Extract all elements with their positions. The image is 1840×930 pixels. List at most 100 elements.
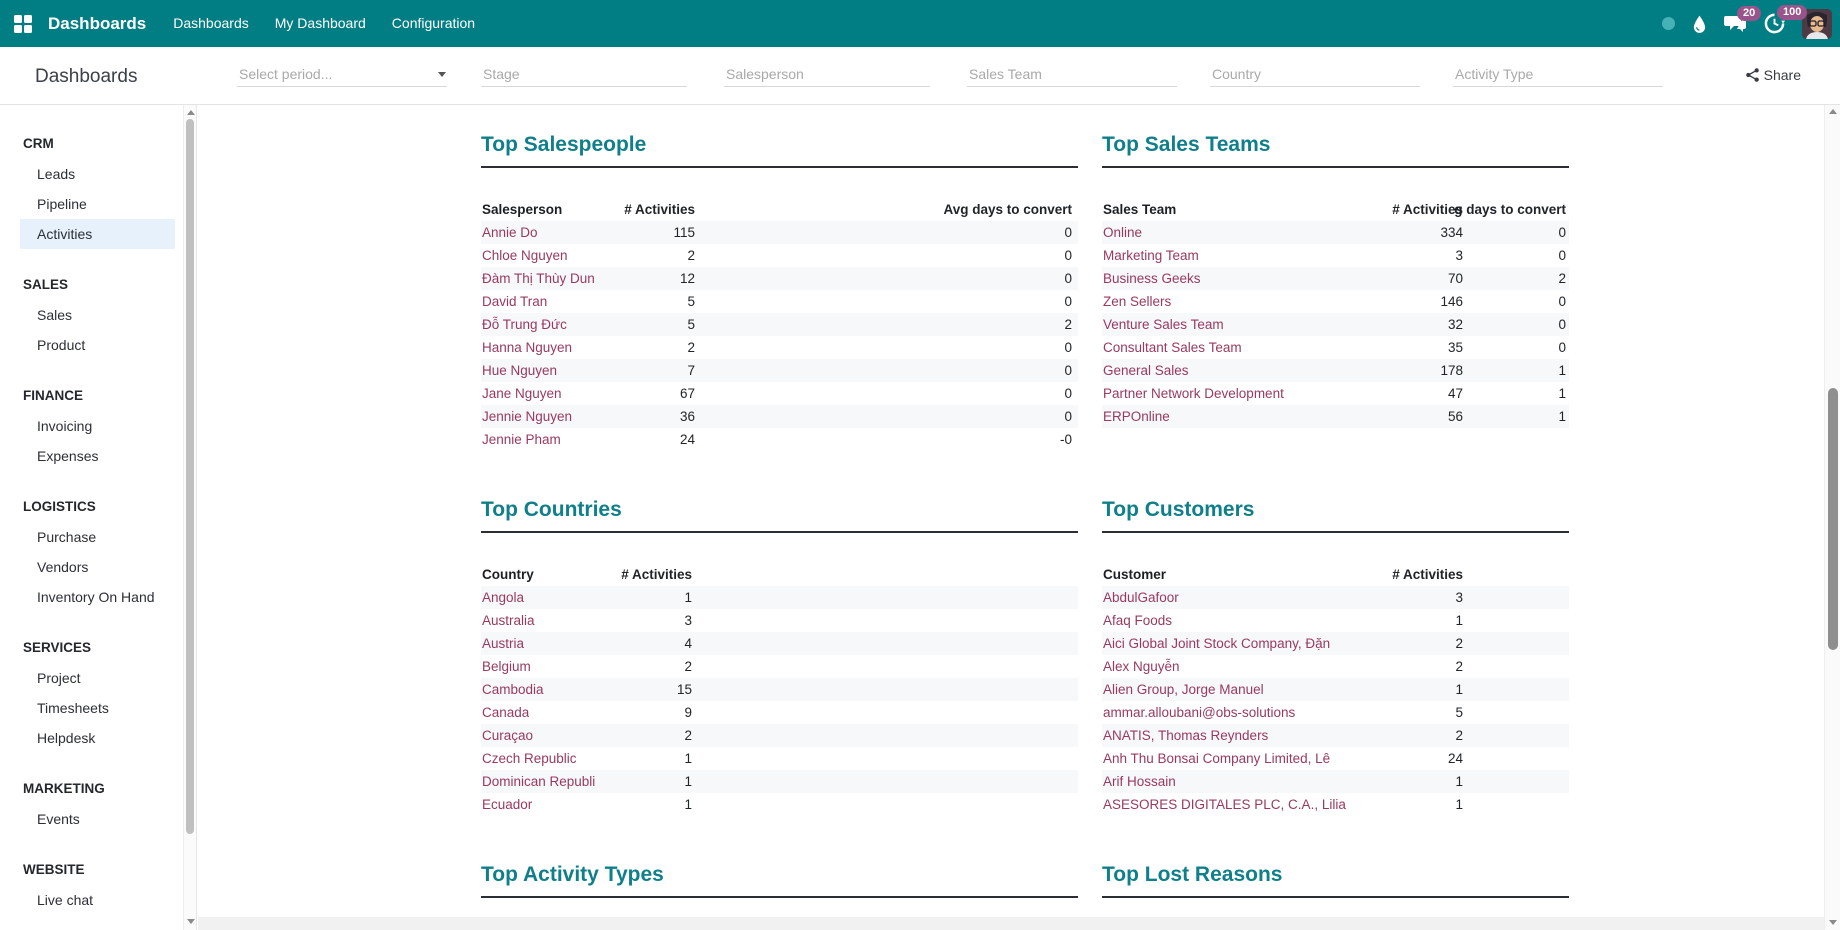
- chevron-down-icon: [438, 72, 446, 77]
- activities-badge: 100: [1777, 5, 1807, 20]
- page-scrollbar[interactable]: [1824, 105, 1840, 930]
- record-link[interactable]: ANATIS, Thomas Reynders: [1103, 724, 1268, 747]
- record-link[interactable]: ammar.alloubani@obs-solutions: [1103, 701, 1295, 724]
- activity-clock-icon[interactable]: 100: [1764, 13, 1785, 34]
- menu-configuration[interactable]: Configuration: [379, 0, 488, 47]
- sidebar-item-product[interactable]: Product: [20, 330, 175, 360]
- record-link[interactable]: Partner Network Development: [1103, 382, 1284, 405]
- scroll-up-icon[interactable]: [187, 110, 195, 115]
- status-dot-icon[interactable]: [1662, 17, 1675, 30]
- sidebar-item-expenses[interactable]: Expenses: [20, 441, 175, 471]
- scroll-down-icon[interactable]: [1829, 920, 1837, 925]
- sidebar-scroll-thumb[interactable]: [186, 119, 194, 834]
- sidebar-item-sales[interactable]: Sales: [20, 300, 175, 330]
- salesperson-filter-input[interactable]: [724, 61, 930, 87]
- record-link[interactable]: Đỗ Trung Đức: [482, 313, 567, 336]
- record-link[interactable]: AbdulGafoor: [1103, 586, 1179, 609]
- table-row: Anh Thu Bonsai Company Limited, Lê24: [1102, 747, 1569, 770]
- sidebar-item-inventory-on-hand[interactable]: Inventory On Hand: [20, 582, 175, 612]
- record-link[interactable]: Jennie Nguyen: [482, 405, 572, 428]
- page-scroll-thumb[interactable]: [1828, 388, 1838, 650]
- cell-value: 3: [684, 609, 692, 632]
- record-link[interactable]: Arif Hossain: [1103, 770, 1176, 793]
- title-rule: [1102, 531, 1569, 533]
- cell-value: 70: [1448, 267, 1463, 290]
- record-link[interactable]: Hanna Nguyen: [482, 336, 572, 359]
- share-button[interactable]: Share: [1746, 67, 1801, 83]
- cell-value: 115: [673, 221, 695, 244]
- section-label: WEBSITE: [0, 855, 196, 885]
- table-row: Đỗ Trung Đức52: [481, 313, 1078, 336]
- table-row: Jennie Pham24-0: [481, 428, 1078, 451]
- record-link[interactable]: Australia: [482, 609, 535, 632]
- record-link[interactable]: Austria: [482, 632, 524, 655]
- record-link[interactable]: Canada: [482, 701, 529, 724]
- record-link[interactable]: Ecuador: [482, 793, 532, 816]
- sidebar-item-invoicing[interactable]: Invoicing: [20, 411, 175, 441]
- record-link[interactable]: Annie Do: [482, 221, 538, 244]
- record-link[interactable]: Consultant Sales Team: [1103, 336, 1242, 359]
- droplet-icon[interactable]: [1692, 14, 1707, 34]
- record-link[interactable]: Alex Nguyễn: [1103, 655, 1180, 678]
- table-title: Top Sales Teams: [1102, 132, 1569, 158]
- record-link[interactable]: Venture Sales Team: [1103, 313, 1224, 336]
- record-link[interactable]: Curaçao: [482, 724, 533, 747]
- sidebar-item-vendors[interactable]: Vendors: [20, 552, 175, 582]
- sidebar-item-events[interactable]: Events: [20, 804, 175, 834]
- record-link[interactable]: Marketing Team: [1103, 244, 1199, 267]
- record-link[interactable]: Đàm Thị Thùy Dun: [482, 267, 595, 290]
- scroll-up-icon[interactable]: [1829, 109, 1837, 114]
- record-link[interactable]: David Tran: [482, 290, 547, 313]
- cell-value: 1: [1558, 382, 1566, 405]
- record-link[interactable]: Jennie Pham: [482, 428, 561, 451]
- table-title: Top Activity Types: [481, 862, 1078, 888]
- menu-my-dashboard[interactable]: My Dashboard: [262, 0, 379, 47]
- sidebar-item-timesheets[interactable]: Timesheets: [20, 693, 175, 723]
- record-link[interactable]: Afaq Foods: [1103, 609, 1172, 632]
- record-link[interactable]: Jane Nguyen: [482, 382, 562, 405]
- record-link[interactable]: ERPOnline: [1103, 405, 1170, 428]
- messages-icon[interactable]: 20: [1724, 14, 1747, 33]
- record-link[interactable]: Belgium: [482, 655, 531, 678]
- cell-value: 2: [684, 655, 692, 678]
- record-link[interactable]: Dominican Republi: [482, 770, 595, 793]
- record-link[interactable]: Alien Group, Jorge Manuel: [1103, 678, 1264, 701]
- cell-value: 1: [684, 747, 692, 770]
- table-row: Australia 3: [481, 609, 1078, 632]
- sidebar-item-activities[interactable]: Activities: [20, 219, 175, 249]
- table-row: Czech Republic 1: [481, 747, 1078, 770]
- table-row: Hanna Nguyen20: [481, 336, 1078, 359]
- sidebar-item-project[interactable]: Project: [20, 663, 175, 693]
- record-link[interactable]: Czech Republic: [482, 747, 577, 770]
- stage-filter-input[interactable]: [481, 61, 687, 87]
- period-select[interactable]: [237, 61, 447, 87]
- cell-value: 178: [1440, 359, 1463, 382]
- sidebar-item-purchase[interactable]: Purchase: [20, 522, 175, 552]
- record-link[interactable]: Hue Nguyen: [482, 359, 557, 382]
- record-link[interactable]: Business Geeks: [1103, 267, 1201, 290]
- sidebar-item-helpdesk[interactable]: Helpdesk: [20, 723, 175, 753]
- record-link[interactable]: Online: [1103, 221, 1142, 244]
- sidebar-item-pipeline[interactable]: Pipeline: [20, 189, 175, 219]
- record-link[interactable]: Chloe Nguyen: [482, 244, 568, 267]
- sales-team-filter-input[interactable]: [967, 61, 1177, 87]
- country-filter-input[interactable]: [1210, 61, 1420, 87]
- record-link[interactable]: Cambodia: [482, 678, 544, 701]
- activity-type-filter-input[interactable]: [1453, 61, 1663, 87]
- column-header: Salesperson: [482, 198, 562, 221]
- record-link[interactable]: Anh Thu Bonsai Company Limited, Lê: [1103, 747, 1330, 770]
- sidebar-scrollbar[interactable]: [183, 105, 196, 930]
- record-link[interactable]: General Sales: [1103, 359, 1189, 382]
- sidebar-item-live-chat[interactable]: Live chat: [20, 885, 175, 915]
- menu-dashboards[interactable]: Dashboards: [160, 0, 262, 47]
- record-link[interactable]: Angola: [482, 586, 524, 609]
- record-link[interactable]: Aici Global Joint Stock Company, Đặn: [1103, 632, 1330, 655]
- sidebar-item-leads[interactable]: Leads: [20, 159, 175, 189]
- table-row: David Tran50: [481, 290, 1078, 313]
- scroll-down-icon[interactable]: [187, 919, 195, 924]
- record-link[interactable]: Zen Sellers: [1103, 290, 1171, 313]
- apps-menu-button[interactable]: [0, 0, 46, 47]
- section-label: LOGISTICS: [0, 492, 196, 522]
- record-link[interactable]: ASESORES DIGITALES PLC, C.A., Lilia: [1103, 793, 1346, 816]
- cell-value: 2: [1455, 655, 1463, 678]
